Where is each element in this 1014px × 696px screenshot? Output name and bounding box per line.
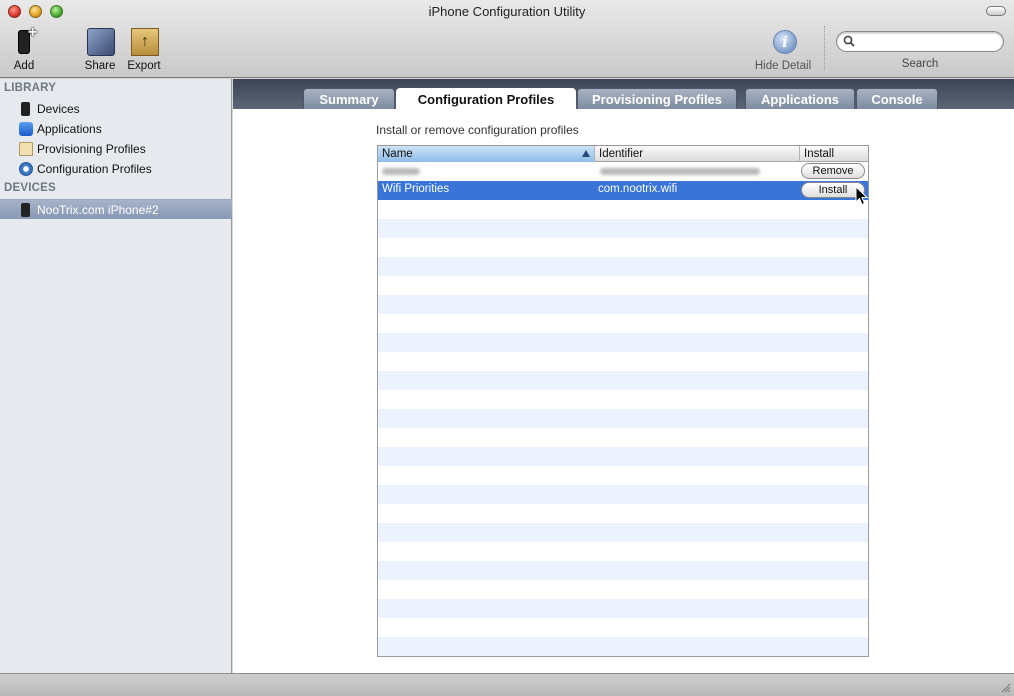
sidebar-item-label: Devices — [37, 102, 80, 116]
toolbar-toggle-button[interactable] — [986, 6, 1006, 16]
search-label: Search — [901, 58, 939, 70]
table-row-stripe — [378, 390, 868, 409]
row-name: Wifi Priorities — [382, 183, 450, 195]
table-row-stripe — [378, 314, 868, 333]
sidebar: LIBRARY Devices Applications Provisionin… — [0, 79, 232, 673]
table-row-stripe — [378, 447, 868, 466]
export-icon — [128, 26, 160, 58]
table-row-stripe — [378, 333, 868, 352]
search-field[interactable] — [836, 31, 1004, 52]
add-button[interactable]: + Add — [8, 25, 40, 73]
hide-detail-button[interactable]: i Hide Detail — [750, 26, 816, 72]
table-row-stripe — [378, 409, 868, 428]
table-row-stripe — [378, 561, 868, 580]
applications-icon — [19, 122, 33, 136]
column-header-name[interactable]: Name — [378, 146, 595, 162]
column-header-label: Name — [382, 148, 413, 160]
sidebar-item-provisioning-profiles[interactable]: Provisioning Profiles — [0, 139, 232, 159]
table-row[interactable]: Wifi Priorities com.nootrix.wifi Install — [378, 181, 868, 200]
search-icon — [843, 35, 855, 47]
table-header: Name Identifier Install — [378, 146, 868, 162]
profiles-table: Name Identifier Install Remove Wifi Prio… — [377, 145, 869, 657]
sidebar-item-device-iphone[interactable]: NooTrix.com iPhone#2 — [0, 199, 232, 219]
library-section-header: LIBRARY — [4, 82, 57, 94]
table-row-stripe — [378, 371, 868, 390]
configuration-profile-icon — [19, 162, 33, 176]
sidebar-item-label: NooTrix.com iPhone#2 — [37, 203, 159, 217]
table-row-stripe — [378, 618, 868, 637]
sidebar-item-applications[interactable]: Applications — [0, 119, 232, 139]
share-icon — [84, 26, 116, 58]
sort-ascending-icon — [582, 150, 590, 157]
table-row-stripe — [378, 200, 868, 219]
add-button-label: Add — [13, 60, 35, 72]
table-row-stripe — [378, 238, 868, 257]
table-row-stripe — [378, 599, 868, 618]
table-row-stripe — [378, 428, 868, 447]
instruction-text: Install or remove configuration profiles — [376, 123, 579, 137]
column-header-identifier[interactable]: Identifier — [595, 146, 800, 162]
column-header-label: Install — [804, 148, 835, 160]
devices-section-header: DEVICES — [4, 182, 56, 194]
provisioning-profile-icon — [19, 142, 33, 156]
table-row-stripe — [378, 219, 868, 238]
redacted-name — [382, 168, 420, 175]
sidebar-item-label: Provisioning Profiles — [37, 142, 146, 156]
tab-bar: Summary Configuration Profiles Provision… — [233, 79, 1014, 109]
add-device-icon: + — [8, 25, 40, 58]
sidebar-item-configuration-profiles[interactable]: Configuration Profiles — [0, 159, 232, 179]
table-row-stripe — [378, 504, 868, 523]
remove-button[interactable]: Remove — [801, 163, 865, 179]
search-input[interactable] — [859, 34, 997, 49]
column-header-install[interactable]: Install — [800, 146, 868, 162]
hide-detail-label: Hide Detail — [754, 60, 812, 72]
export-button-label: Export — [127, 60, 161, 72]
tab-applications[interactable]: Applications — [745, 88, 855, 109]
table-row-stripe — [378, 295, 868, 314]
info-icon: i — [767, 26, 799, 58]
table-row-stripe — [378, 466, 868, 485]
tab-console[interactable]: Console — [856, 88, 938, 109]
sidebar-item-devices[interactable]: Devices — [0, 99, 232, 119]
table-row-stripe — [378, 352, 868, 371]
tab-configuration-profiles[interactable]: Configuration Profiles — [396, 88, 576, 109]
share-button-label: Share — [84, 60, 116, 72]
table-row-stripe — [378, 523, 868, 542]
table-row-stripe — [378, 276, 868, 295]
redacted-identifier — [600, 168, 760, 175]
status-bar — [0, 673, 1014, 696]
table-row-stripe — [378, 485, 868, 504]
tab-provisioning-profiles[interactable]: Provisioning Profiles — [577, 88, 737, 109]
row-identifier: com.nootrix.wifi — [598, 183, 678, 195]
toolbar-divider — [824, 26, 825, 70]
table-row-stripe — [378, 257, 868, 276]
device-icon — [21, 102, 30, 116]
window-toolbar: iPhone Configuration Utility + Add Share… — [0, 0, 1014, 78]
table-row-stripe — [378, 542, 868, 561]
table-row[interactable]: Remove — [378, 162, 868, 181]
column-header-label: Identifier — [599, 148, 644, 160]
window-title: iPhone Configuration Utility — [428, 4, 586, 19]
table-row-stripe — [378, 580, 868, 599]
share-button[interactable]: Share — [80, 26, 120, 72]
mouse-pointer-icon — [855, 186, 869, 206]
export-button[interactable]: Export — [124, 26, 164, 72]
tab-summary[interactable]: Summary — [303, 88, 395, 109]
sidebar-item-label: Configuration Profiles — [37, 162, 152, 176]
sidebar-item-label: Applications — [37, 122, 102, 136]
detail-pane: Summary Configuration Profiles Provision… — [233, 79, 1014, 673]
resize-grip-icon[interactable] — [1000, 682, 1011, 693]
table-row-stripe — [378, 637, 868, 656]
iphone-icon — [21, 203, 30, 217]
